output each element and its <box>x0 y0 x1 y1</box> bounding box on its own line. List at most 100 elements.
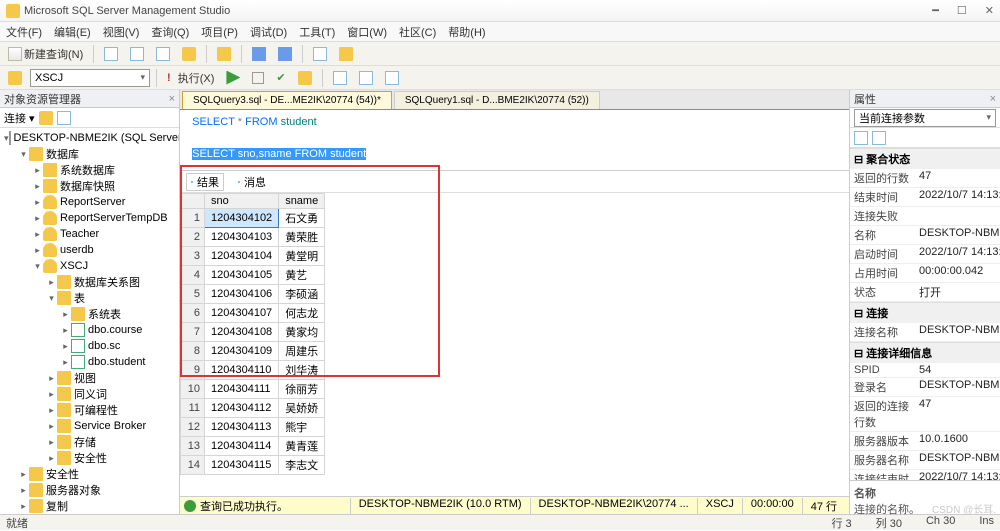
table-row[interactable]: 71204304108黄家均 <box>181 323 325 342</box>
prop-row[interactable]: 登录名DESKTOP-NBME2IK <box>850 378 1000 397</box>
table-row[interactable]: 131204304114黄青莲 <box>181 437 325 456</box>
tree-node[interactable]: ▸userdb <box>0 242 179 258</box>
prop-row[interactable]: 占用时间00:00:00.042 <box>850 264 1000 283</box>
toolbar-db-icon[interactable] <box>4 69 26 87</box>
table-row[interactable]: 81204304109周建乐 <box>181 342 325 361</box>
tree-node[interactable]: ▸ReportServerTempDB <box>0 210 179 226</box>
results-grid[interactable]: snosname 11204304102石文勇21204304103黄荣胜312… <box>180 193 849 496</box>
toolbar2-btn-6[interactable] <box>329 69 351 87</box>
menu-help[interactable]: 帮助(H) <box>448 24 485 40</box>
tree-node[interactable]: ▾XSCJ <box>0 258 179 274</box>
table-row[interactable]: 91204304110刘华涛 <box>181 361 325 380</box>
toolbar-btn-4[interactable] <box>178 45 200 63</box>
results-tab[interactable]: 结果 <box>186 173 224 191</box>
open-button[interactable] <box>213 45 235 63</box>
prop-category[interactable]: ⊟ 聚合状态 <box>850 148 1000 169</box>
table-row[interactable]: 111204304112吴娇娇 <box>181 399 325 418</box>
save-button[interactable] <box>248 45 270 63</box>
table-row[interactable]: 31204304104黄堂明 <box>181 247 325 266</box>
messages-tab[interactable]: 消息 <box>234 173 270 191</box>
prop-category[interactable]: ⊟ 连接详细信息 <box>850 342 1000 363</box>
menu-project[interactable]: 项目(P) <box>201 24 238 40</box>
tree-node[interactable]: ▸安全性 <box>0 450 179 466</box>
tree-node[interactable]: ▸系统数据库 <box>0 162 179 178</box>
properties-subject-combo[interactable]: 当前连接参数▾ <box>854 109 996 127</box>
prop-row[interactable]: 连接名称DESKTOP-NBME2IK <box>850 323 1000 342</box>
toolbar2-btn-8[interactable] <box>381 69 403 87</box>
toolbar-btn-1[interactable] <box>100 45 122 63</box>
menu-tools[interactable]: 工具(T) <box>299 24 335 40</box>
tree-node[interactable]: ▸Teacher <box>0 226 179 242</box>
table-row[interactable]: 41204304105黄艺 <box>181 266 325 285</box>
prop-row[interactable]: 返回的连接行数47 <box>850 397 1000 432</box>
prop-row[interactable]: 连接失败 <box>850 207 1000 226</box>
toolbar-btn-9[interactable] <box>335 45 357 63</box>
prop-row[interactable]: 启动时间2022/10/7 14:13:11 <box>850 245 1000 264</box>
toolbar2-btn-7[interactable] <box>355 69 377 87</box>
menu-view[interactable]: 视图(V) <box>103 24 140 40</box>
tree-node[interactable]: ▸同义词 <box>0 386 179 402</box>
toolbar-btn-8[interactable] <box>309 45 331 63</box>
tree-node[interactable]: ▸ReportServer <box>0 194 179 210</box>
tree-node[interactable]: ▸复制 <box>0 498 179 514</box>
menu-debug[interactable]: 调试(D) <box>250 24 287 40</box>
alphabetical-icon[interactable] <box>872 131 886 145</box>
database-combo[interactable]: XSCJ▾ <box>30 69 150 87</box>
save-all-button[interactable] <box>274 45 296 63</box>
tree-node[interactable]: ▸视图 <box>0 370 179 386</box>
menu-query[interactable]: 查询(Q) <box>151 24 189 40</box>
maximize-button[interactable]: ☐ <box>957 4 967 17</box>
prop-row[interactable]: 服务器名称DESKTOP-NBME2IK <box>850 451 1000 470</box>
object-explorer-close-icon[interactable]: × <box>169 93 175 105</box>
prop-row[interactable]: 名称DESKTOP-NBME2IK <box>850 226 1000 245</box>
menu-edit[interactable]: 编辑(E) <box>54 24 91 40</box>
prop-row[interactable]: 结束时间2022/10/7 14:13:11 <box>850 188 1000 207</box>
connect-dropdown[interactable]: 连接 ▾ <box>4 110 35 126</box>
tree-node[interactable]: ▾DESKTOP-NBME2IK (SQL Server 10.0.160 <box>0 130 179 146</box>
toolbar2-btn-5[interactable] <box>294 69 316 87</box>
tree-node[interactable]: ▸数据库快照 <box>0 178 179 194</box>
object-tree[interactable]: ▾DESKTOP-NBME2IK (SQL Server 10.0.160▾数据… <box>0 128 179 514</box>
debug-button[interactable] <box>222 69 244 87</box>
parse-button[interactable]: ✔ <box>272 69 289 87</box>
new-query-button[interactable]: 新建查询(N) <box>4 45 87 63</box>
categorized-icon[interactable] <box>854 131 868 145</box>
tab-sqlquery3[interactable]: SQLQuery3.sql - DE...ME2IK\20774 (54))* <box>182 91 392 109</box>
tree-node[interactable]: ▸存储 <box>0 434 179 450</box>
tab-sqlquery1[interactable]: SQLQuery1.sql - D...BME2IK\20774 (52)) <box>394 91 600 109</box>
toolbar-btn-3[interactable] <box>152 45 174 63</box>
menu-window[interactable]: 窗口(W) <box>347 24 387 40</box>
tree-node[interactable]: ▾表 <box>0 290 179 306</box>
tree-node[interactable]: ▾数据库 <box>0 146 179 162</box>
prop-row[interactable]: 服务器版本10.0.1600 <box>850 432 1000 451</box>
prop-row[interactable]: 连接结束时间2022/10/7 14:13:11 <box>850 470 1000 480</box>
tree-node[interactable]: ▸dbo.student <box>0 354 179 370</box>
refresh-icon[interactable] <box>39 111 53 125</box>
tree-node[interactable]: ▸dbo.sc <box>0 338 179 354</box>
filter-icon[interactable] <box>57 111 71 125</box>
minimize-button[interactable]: ━ <box>932 4 939 17</box>
stop-button[interactable] <box>248 69 268 87</box>
toolbar-btn-2[interactable] <box>126 45 148 63</box>
table-row[interactable]: 101204304111徐丽芳 <box>181 380 325 399</box>
close-button[interactable]: ✕ <box>985 4 994 17</box>
prop-category[interactable]: ⊟ 连接 <box>850 302 1000 323</box>
sql-editor[interactable]: SELECT * FROM student SELECT sno,sname F… <box>180 110 849 170</box>
prop-row[interactable]: 状态打开 <box>850 283 1000 302</box>
prop-row[interactable]: 返回的行数47 <box>850 169 1000 188</box>
prop-row[interactable]: SPID54 <box>850 363 1000 378</box>
tree-node[interactable]: ▸安全性 <box>0 466 179 482</box>
tree-node[interactable]: ▸系统表 <box>0 306 179 322</box>
menu-file[interactable]: 文件(F) <box>6 24 42 40</box>
tree-node[interactable]: ▸服务器对象 <box>0 482 179 498</box>
menu-community[interactable]: 社区(C) <box>399 24 436 40</box>
tree-node[interactable]: ▸数据库关系图 <box>0 274 179 290</box>
tree-node[interactable]: ▸可编程性 <box>0 402 179 418</box>
table-row[interactable]: 121204304113熊宇 <box>181 418 325 437</box>
tree-node[interactable]: ▸Service Broker <box>0 418 179 434</box>
tree-node[interactable]: ▸dbo.course <box>0 322 179 338</box>
table-row[interactable]: 21204304103黄荣胜 <box>181 228 325 247</box>
table-row[interactable]: 61204304107何志龙 <box>181 304 325 323</box>
table-row[interactable]: 141204304115李志文 <box>181 456 325 475</box>
table-row[interactable]: 51204304106李硕涵 <box>181 285 325 304</box>
